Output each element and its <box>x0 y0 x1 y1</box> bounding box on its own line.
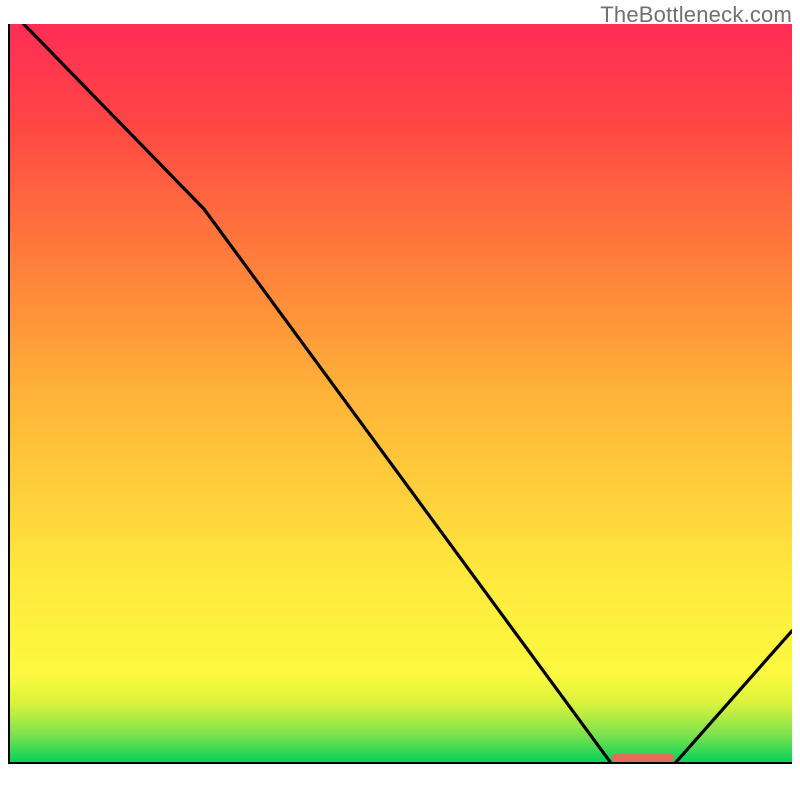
x-axis <box>8 762 792 764</box>
bottleneck-curve <box>8 24 792 764</box>
y-axis <box>8 24 10 764</box>
optimum-marker <box>612 754 675 762</box>
plot-frame <box>8 24 792 800</box>
gradient-area <box>8 24 792 764</box>
